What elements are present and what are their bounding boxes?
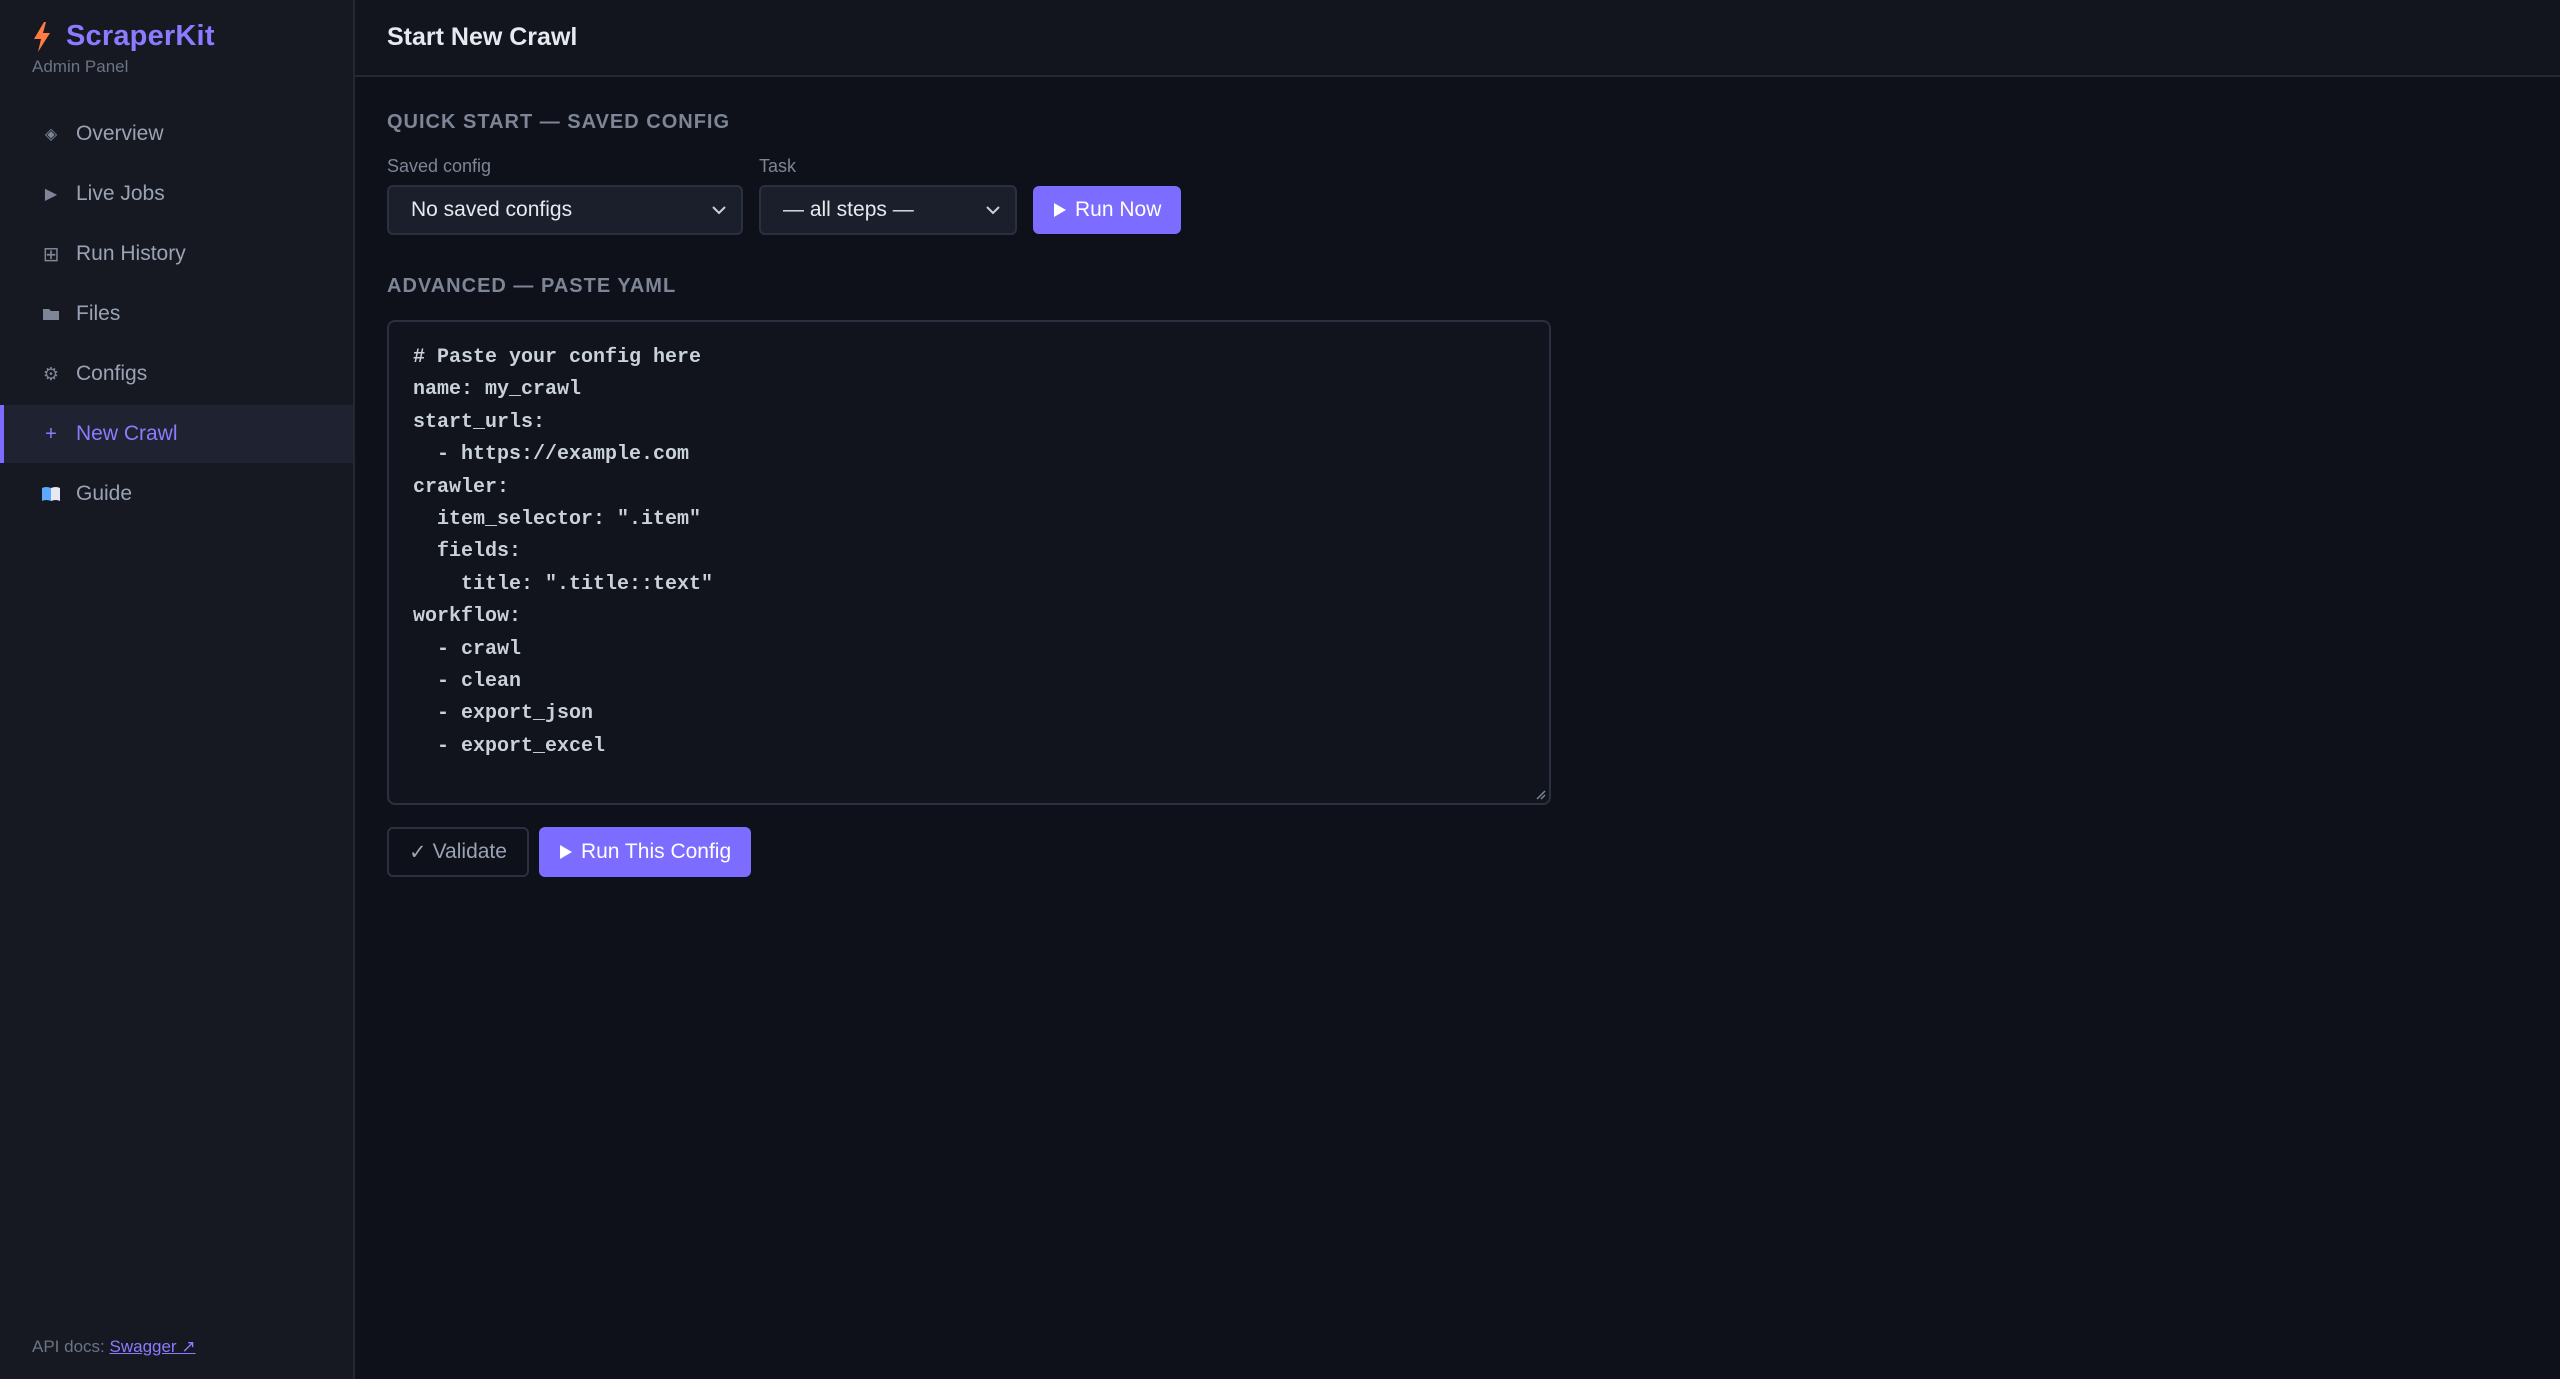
- sidebar-nav: ◈ Overview ▶ Live Jobs ⊞ Run History Fil…: [0, 105, 353, 525]
- run-now-button[interactable]: Run Now: [1033, 186, 1182, 234]
- saved-config-select[interactable]: No saved configs: [387, 185, 743, 235]
- run-this-config-label: Run This Config: [580, 840, 732, 863]
- topbar: Start New Crawl: [355, 0, 2560, 77]
- saved-config-label: Saved config: [387, 156, 492, 176]
- quick-start-title: QUICK START — SAVED CONFIG: [387, 111, 731, 133]
- gear-icon: ⚙: [42, 363, 60, 384]
- main-area: Start New Crawl QUICK START — SAVED CONF…: [355, 0, 2560, 1379]
- advanced-title: ADVANCED — PASTE YAML: [387, 275, 677, 297]
- brand[interactable]: ScraperKit Admin Panel: [32, 20, 215, 77]
- chevron-down-icon: [712, 206, 726, 215]
- yaml-actions: ✓ Validate Run This Config: [387, 827, 2528, 877]
- sidebar: ScraperKit Admin Panel ◈ Overview ▶ Live…: [0, 0, 355, 1379]
- play-icon: [559, 845, 572, 859]
- yaml-editor[interactable]: # Paste your config here name: my_crawl …: [387, 320, 1551, 805]
- saved-config-value: No saved configs: [411, 198, 573, 221]
- sidebar-item-live-jobs[interactable]: ▶ Live Jobs: [0, 165, 353, 223]
- api-docs-label: API docs:: [32, 1337, 105, 1356]
- sidebar-item-label: Configs: [76, 362, 148, 385]
- sidebar-item-overview[interactable]: ◈ Overview: [0, 105, 353, 163]
- quick-start-row: Saved config No saved configs Task — all…: [387, 156, 2528, 235]
- page-title: Start New Crawl: [387, 23, 578, 51]
- yaml-text: # Paste your config here name: my_crawl …: [413, 346, 714, 758]
- play-icon: ▶: [44, 186, 58, 203]
- quick-start-section: QUICK START — SAVED CONFIG Saved config …: [387, 111, 2528, 235]
- saved-config-field: Saved config No saved configs: [387, 156, 743, 235]
- folder-icon: [40, 307, 62, 321]
- grid-icon: ⊞: [42, 243, 60, 266]
- diamond-icon: ◈: [44, 126, 58, 143]
- brand-name: ScraperKit: [66, 20, 215, 52]
- sidebar-item-label: New Crawl: [76, 422, 178, 445]
- task-label: Task: [759, 156, 797, 176]
- content: QUICK START — SAVED CONFIG Saved config …: [355, 77, 2560, 911]
- sidebar-item-label: Live Jobs: [76, 182, 165, 205]
- brand-subtitle: Admin Panel: [32, 57, 129, 76]
- sidebar-item-files[interactable]: Files: [0, 285, 353, 343]
- play-icon: [1054, 203, 1066, 217]
- chevron-down-icon: [986, 206, 1000, 215]
- app-root: ScraperKit Admin Panel ◈ Overview ▶ Live…: [0, 0, 2560, 1379]
- api-docs: API docs: Swagger ↗: [32, 1337, 196, 1357]
- run-this-config-button[interactable]: Run This Config: [538, 827, 752, 877]
- plus-icon: +: [45, 422, 57, 445]
- resize-handle-icon[interactable]: [1534, 788, 1546, 800]
- sidebar-item-configs[interactable]: ⚙ Configs: [0, 345, 353, 403]
- sidebar-item-new-crawl[interactable]: + New Crawl: [0, 405, 353, 463]
- validate-button[interactable]: ✓ Validate: [387, 827, 529, 877]
- run-now-label: Run Now: [1075, 198, 1162, 221]
- sidebar-item-label: Run History: [76, 242, 186, 265]
- validate-label: Validate: [432, 840, 507, 863]
- book-icon: [40, 486, 62, 502]
- task-select[interactable]: — all steps —: [759, 185, 1017, 235]
- sidebar-item-guide[interactable]: Guide: [0, 465, 353, 523]
- swagger-link[interactable]: Swagger ↗: [110, 1337, 196, 1356]
- advanced-section: ADVANCED — PASTE YAML # Paste your confi…: [387, 275, 2528, 877]
- check-icon: ✓: [409, 840, 427, 864]
- lightning-bolt-icon: [34, 21, 50, 52]
- sidebar-item-label: Files: [76, 302, 121, 325]
- task-field: Task — all steps —: [759, 156, 1017, 235]
- sidebar-item-label: Guide: [76, 482, 133, 505]
- task-value: — all steps —: [783, 198, 914, 221]
- sidebar-item-label: Overview: [76, 122, 164, 145]
- sidebar-item-run-history[interactable]: ⊞ Run History: [0, 225, 353, 283]
